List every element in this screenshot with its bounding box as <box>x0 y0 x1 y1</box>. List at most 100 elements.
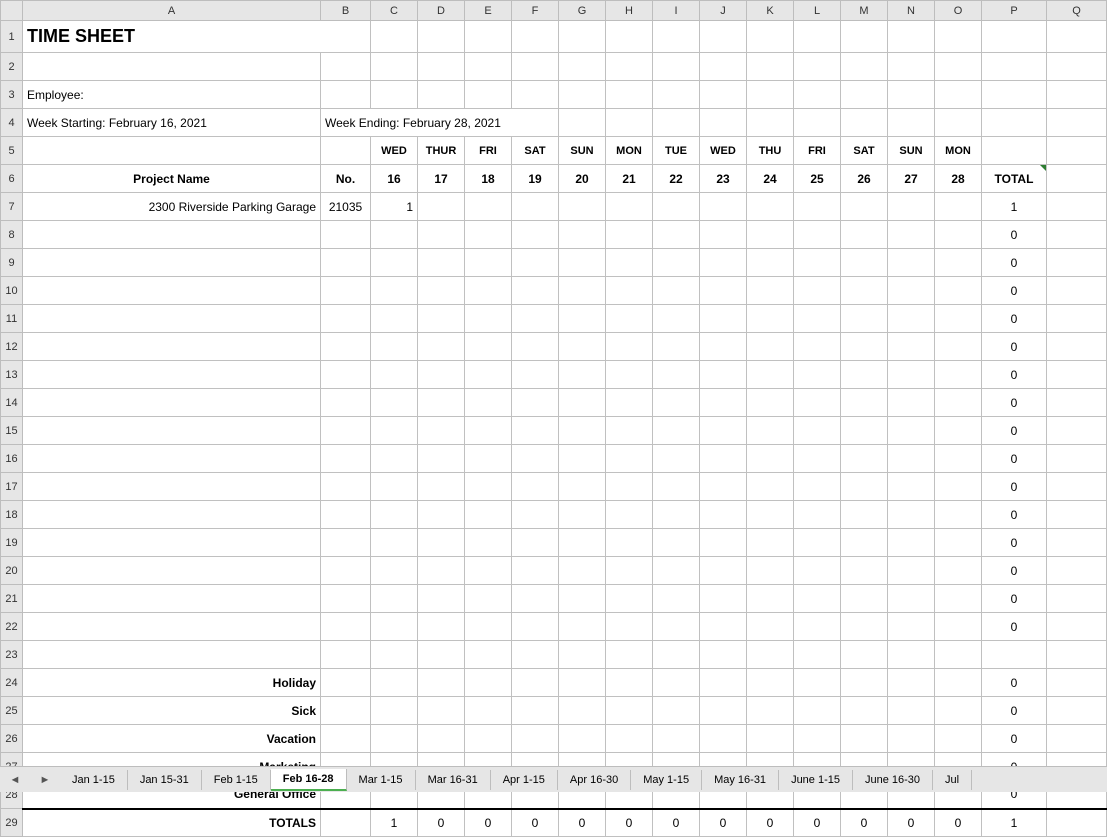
hours-cell[interactable] <box>653 669 700 697</box>
hours-cell[interactable] <box>512 445 559 473</box>
row-header[interactable]: 3 <box>1 81 23 109</box>
week-start[interactable]: Week Starting: February 16, 2021 <box>23 109 321 137</box>
row-total[interactable]: 0 <box>982 249 1047 277</box>
day-header[interactable]: FRI <box>465 137 512 165</box>
hours-cell[interactable] <box>794 613 841 641</box>
hours-cell[interactable] <box>465 361 512 389</box>
sheet-tab[interactable]: Apr 16-30 <box>558 770 631 790</box>
project-no[interactable] <box>321 221 371 249</box>
date-header[interactable]: 23 <box>700 165 747 193</box>
hours-cell[interactable] <box>606 361 653 389</box>
hours-cell[interactable] <box>418 669 465 697</box>
tab-next-icon[interactable]: ► <box>40 774 51 786</box>
date-header[interactable]: 18 <box>465 165 512 193</box>
hours-cell[interactable] <box>512 613 559 641</box>
hours-cell[interactable] <box>935 249 982 277</box>
sheet-tab[interactable]: Mar 1-15 <box>347 770 416 790</box>
day-header[interactable]: THUR <box>418 137 465 165</box>
col-header[interactable]: N <box>888 1 935 21</box>
project-name[interactable] <box>23 277 321 305</box>
hours-cell[interactable] <box>371 221 418 249</box>
hours-cell[interactable] <box>606 221 653 249</box>
hours-cell[interactable] <box>606 389 653 417</box>
sheet-tab[interactable]: Jan 1-15 <box>60 770 128 790</box>
sheet-tab[interactable]: Feb 1-15 <box>202 770 271 790</box>
row-total[interactable]: 0 <box>982 613 1047 641</box>
hours-cell[interactable] <box>606 277 653 305</box>
col-header[interactable]: F <box>512 1 559 21</box>
col-total[interactable]: 1 <box>371 809 418 837</box>
hours-cell[interactable] <box>606 585 653 613</box>
hours-cell[interactable] <box>559 585 606 613</box>
hours-cell[interactable] <box>606 725 653 753</box>
project-no[interactable] <box>321 417 371 445</box>
col-header[interactable]: L <box>794 1 841 21</box>
hours-cell[interactable] <box>371 669 418 697</box>
hours-cell[interactable] <box>418 613 465 641</box>
hours-cell[interactable] <box>559 361 606 389</box>
hours-cell[interactable] <box>653 697 700 725</box>
hours-cell[interactable] <box>747 557 794 585</box>
row-header[interactable]: 20 <box>1 557 23 585</box>
hours-cell[interactable] <box>559 445 606 473</box>
hours-cell[interactable] <box>512 305 559 333</box>
row-total[interactable]: 0 <box>982 473 1047 501</box>
hours-cell[interactable] <box>559 389 606 417</box>
hours-cell[interactable] <box>465 501 512 529</box>
row-total[interactable]: 0 <box>982 277 1047 305</box>
hours-cell[interactable] <box>371 249 418 277</box>
hours-cell[interactable] <box>512 557 559 585</box>
col-total[interactable]: 0 <box>465 809 512 837</box>
hours-cell[interactable] <box>700 249 747 277</box>
sheet-tab[interactable]: Apr 1-15 <box>491 770 558 790</box>
hours-cell[interactable] <box>653 529 700 557</box>
hours-cell[interactable] <box>653 361 700 389</box>
hours-cell[interactable] <box>512 473 559 501</box>
row-header[interactable]: 10 <box>1 277 23 305</box>
project-no[interactable] <box>321 501 371 529</box>
date-header[interactable]: 19 <box>512 165 559 193</box>
hours-cell[interactable] <box>465 193 512 221</box>
totals-label[interactable]: TOTALS <box>23 809 321 837</box>
hours-cell[interactable] <box>559 697 606 725</box>
project-name[interactable] <box>23 333 321 361</box>
project-name[interactable] <box>23 249 321 277</box>
hours-cell[interactable] <box>653 501 700 529</box>
col-header[interactable]: A <box>23 1 321 21</box>
hours-cell[interactable] <box>747 669 794 697</box>
project-name[interactable] <box>23 305 321 333</box>
day-header[interactable]: SUN <box>888 137 935 165</box>
hours-cell[interactable] <box>371 417 418 445</box>
col-total[interactable]: 0 <box>794 809 841 837</box>
hours-cell[interactable] <box>700 305 747 333</box>
hours-cell[interactable] <box>747 473 794 501</box>
hours-cell[interactable] <box>794 725 841 753</box>
hours-cell[interactable] <box>841 305 888 333</box>
hours-cell[interactable] <box>559 529 606 557</box>
hours-cell[interactable] <box>935 445 982 473</box>
row-total[interactable]: 0 <box>982 333 1047 361</box>
hours-cell[interactable] <box>371 333 418 361</box>
hours-cell[interactable] <box>747 361 794 389</box>
hours-cell[interactable] <box>888 417 935 445</box>
day-header[interactable]: MON <box>935 137 982 165</box>
hours-cell[interactable] <box>841 445 888 473</box>
hours-cell[interactable] <box>418 697 465 725</box>
hours-cell[interactable] <box>888 529 935 557</box>
col-total[interactable]: 0 <box>606 809 653 837</box>
hours-cell[interactable] <box>841 417 888 445</box>
hours-cell[interactable] <box>747 221 794 249</box>
col-header[interactable]: G <box>559 1 606 21</box>
hours-cell[interactable] <box>700 333 747 361</box>
row-header[interactable]: 4 <box>1 109 23 137</box>
sheet-tab[interactable]: Feb 16-28 <box>271 769 347 791</box>
hours-cell[interactable] <box>700 585 747 613</box>
project-name[interactable] <box>23 361 321 389</box>
hours-cell[interactable] <box>700 557 747 585</box>
col-header[interactable] <box>1 1 23 21</box>
date-header[interactable]: 26 <box>841 165 888 193</box>
hours-cell[interactable] <box>841 277 888 305</box>
hours-cell[interactable] <box>371 613 418 641</box>
hours-cell[interactable] <box>888 445 935 473</box>
project-name[interactable] <box>23 585 321 613</box>
